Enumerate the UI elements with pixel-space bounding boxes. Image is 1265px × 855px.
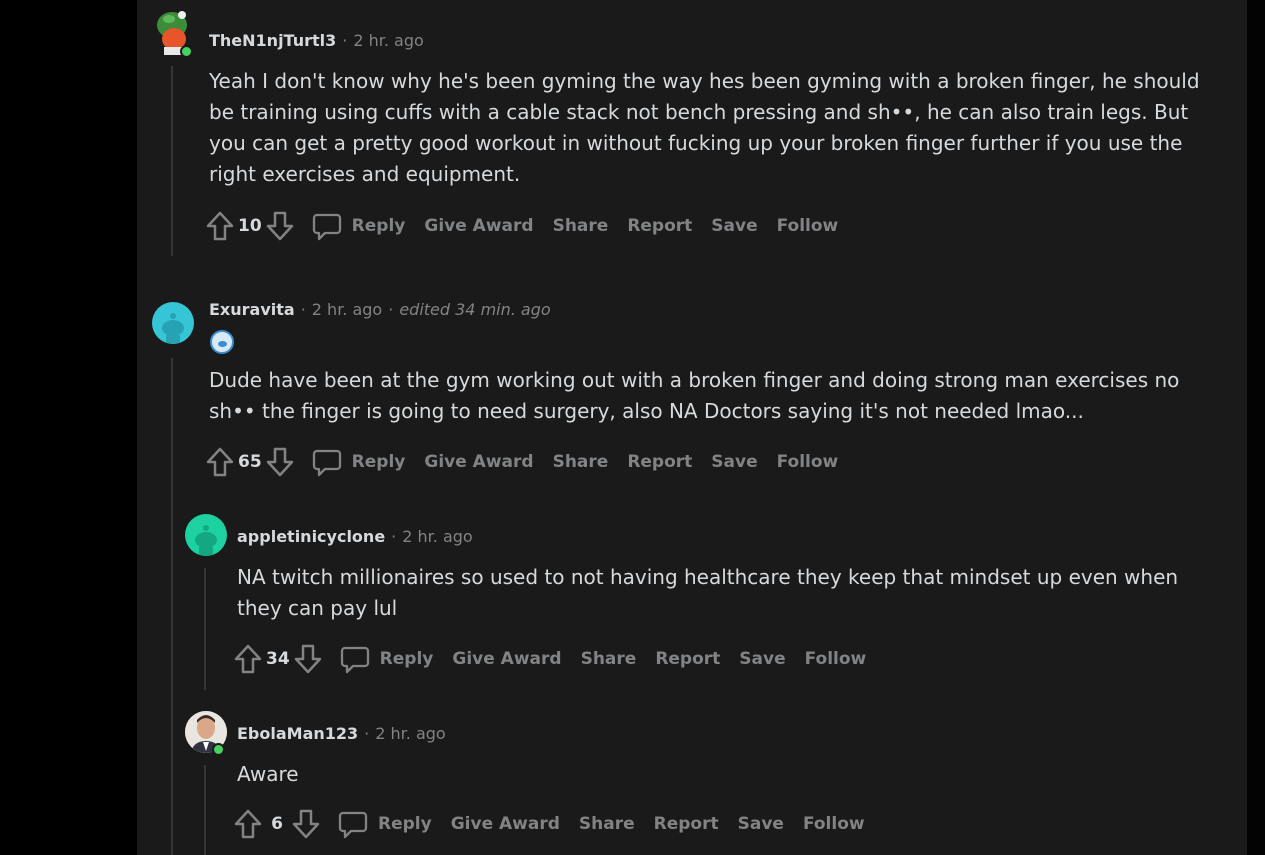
- share-button[interactable]: Share: [579, 814, 635, 834]
- timestamp[interactable]: 2 hr. ago: [375, 724, 445, 743]
- comment-meta: appletinicyclone · 2 hr. ago: [237, 527, 473, 546]
- comments-panel: TheN1njTurtl3 · 2 hr. ago Yeah I don't k…: [137, 0, 1247, 855]
- save-button[interactable]: Save: [711, 216, 757, 236]
- save-button[interactable]: Save: [711, 452, 757, 472]
- separator: ·: [300, 300, 306, 319]
- comment-meta: EbolaMan123 · 2 hr. ago: [237, 724, 446, 743]
- reply-button[interactable]: Reply: [338, 809, 432, 839]
- thread-line[interactable]: [204, 568, 206, 690]
- separator: ·: [364, 724, 370, 743]
- thread-line[interactable]: [171, 66, 173, 256]
- thread-line[interactable]: [171, 358, 173, 855]
- arrow-down-icon: [292, 809, 320, 839]
- reply-label: Reply: [351, 216, 406, 236]
- follow-button[interactable]: Follow: [805, 649, 867, 669]
- separator: ·: [391, 527, 397, 546]
- comment-actions: 10 Reply Give Award Share Report Save Fo…: [204, 210, 857, 242]
- separator: ·: [388, 300, 394, 319]
- downvote-button[interactable]: [264, 446, 296, 478]
- reply-label: Reply: [379, 649, 434, 669]
- share-button[interactable]: Share: [553, 452, 609, 472]
- reply-label: Reply: [351, 452, 406, 472]
- arrow-down-icon: [266, 211, 293, 241]
- timestamp[interactable]: 2 hr. ago: [353, 31, 423, 50]
- comment-body: Dude have been at the gym working out wi…: [209, 368, 1180, 423]
- thread-line[interactable]: [204, 765, 206, 855]
- downvote-button[interactable]: [292, 643, 324, 675]
- arrow-down-icon: [266, 447, 293, 477]
- page-edge: [1247, 0, 1265, 855]
- comment-body: Yeah I don't know why he's been gyming t…: [209, 69, 1200, 186]
- speech-bubble-icon: [312, 213, 341, 241]
- report-button[interactable]: Report: [627, 216, 692, 236]
- follow-button[interactable]: Follow: [803, 814, 865, 834]
- follow-button[interactable]: Follow: [777, 216, 839, 236]
- speech-bubble-icon: [312, 449, 341, 477]
- vote-score: 6: [271, 814, 283, 834]
- give-award-button[interactable]: Give Award: [452, 649, 561, 669]
- comment-actions: 6 Reply Give Award Share Report Save Fol…: [232, 808, 884, 840]
- timestamp[interactable]: 2 hr. ago: [402, 527, 472, 546]
- vote-score: 65: [238, 452, 262, 472]
- share-button[interactable]: Share: [553, 216, 609, 236]
- user-flair-icon: [210, 330, 234, 354]
- downvote-button[interactable]: [290, 808, 322, 840]
- upvote-button[interactable]: [204, 210, 236, 242]
- comment-body: NA twitch millionaires so used to not ha…: [237, 565, 1179, 620]
- give-award-button[interactable]: Give Award: [424, 452, 533, 472]
- give-award-button[interactable]: Give Award: [451, 814, 560, 834]
- save-button[interactable]: Save: [739, 649, 785, 669]
- avatar[interactable]: [185, 514, 227, 556]
- arrow-up-icon: [234, 644, 262, 674]
- arrow-up-icon: [234, 809, 262, 839]
- comment-actions: 34 Reply Give Award Share Report Save Fo…: [232, 643, 885, 675]
- follow-button[interactable]: Follow: [777, 452, 839, 472]
- arrow-up-icon: [206, 211, 234, 241]
- online-status-icon: [180, 45, 193, 58]
- upvote-button[interactable]: [232, 643, 264, 675]
- author-name[interactable]: appletinicyclone: [237, 527, 385, 546]
- timestamp[interactable]: 2 hr. ago: [312, 300, 382, 319]
- report-button[interactable]: Report: [654, 814, 719, 834]
- speech-bubble-icon: [338, 811, 368, 839]
- comment-meta: TheN1njTurtl3 · 2 hr. ago: [209, 31, 424, 50]
- comment-meta: Exuravita · 2 hr. ago · edited 34 min. a…: [209, 300, 551, 319]
- author-name[interactable]: EbolaMan123: [237, 724, 358, 743]
- share-button[interactable]: Share: [581, 649, 637, 669]
- arrow-up-icon: [206, 447, 234, 477]
- reply-button[interactable]: Reply: [312, 447, 406, 477]
- reply-button[interactable]: Reply: [340, 644, 434, 674]
- give-award-button[interactable]: Give Award: [424, 216, 533, 236]
- reply-button[interactable]: Reply: [312, 211, 406, 241]
- speech-bubble-icon: [340, 646, 369, 674]
- online-status-icon: [212, 743, 225, 756]
- reply-label: Reply: [378, 814, 432, 834]
- report-button[interactable]: Report: [627, 452, 692, 472]
- upvote-button[interactable]: [232, 808, 264, 840]
- author-name[interactable]: TheN1njTurtl3: [209, 31, 336, 50]
- edited-label: edited 34 min. ago: [399, 300, 551, 319]
- vote-score: 34: [266, 649, 290, 669]
- separator: ·: [342, 31, 348, 50]
- comment-actions: 65 Reply Give Award Share Report Save Fo…: [204, 446, 857, 478]
- snoo-avatar-icon: [195, 525, 217, 556]
- snoo-avatar-icon: [162, 313, 184, 344]
- downvote-button[interactable]: [264, 210, 296, 242]
- arrow-down-icon: [294, 644, 321, 674]
- vote-score: 10: [238, 216, 262, 236]
- save-button[interactable]: Save: [738, 814, 784, 834]
- report-button[interactable]: Report: [655, 649, 720, 669]
- avatar[interactable]: [152, 302, 194, 344]
- comment-body: Aware: [237, 762, 299, 786]
- upvote-button[interactable]: [204, 446, 236, 478]
- author-name[interactable]: Exuravita: [209, 300, 295, 319]
